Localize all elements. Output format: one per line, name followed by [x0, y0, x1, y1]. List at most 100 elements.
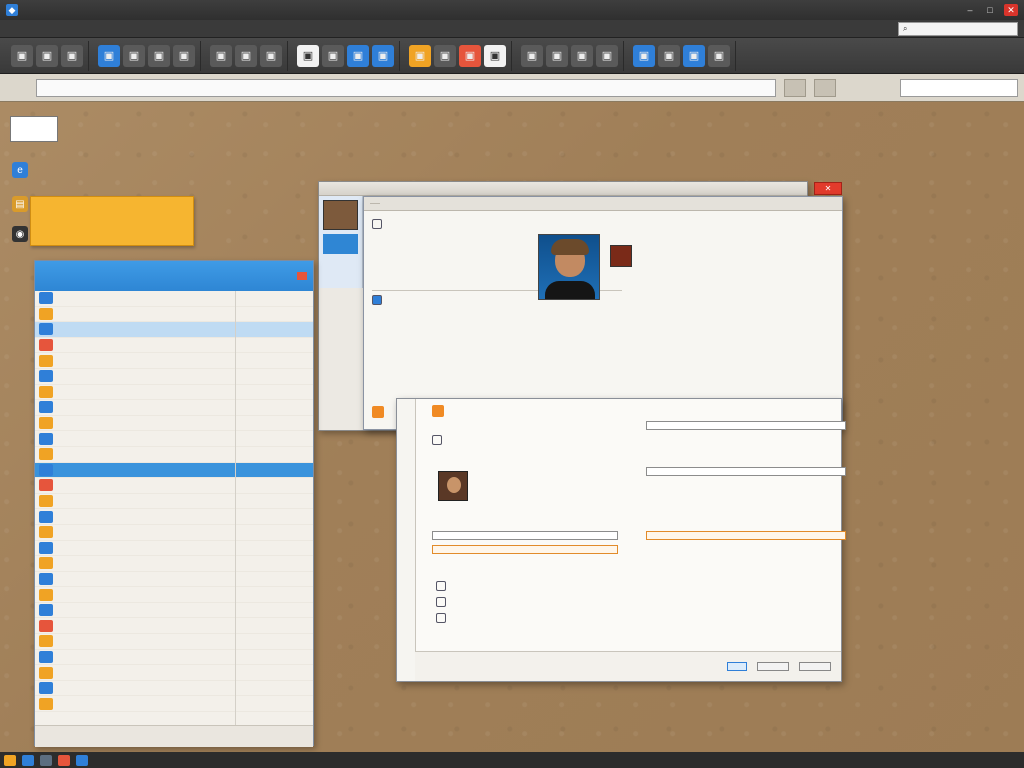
panel-footer: [415, 651, 841, 681]
list-item[interactable]: [35, 307, 313, 323]
contact-icon: [39, 479, 53, 492]
list-item[interactable]: [35, 447, 313, 463]
doc-icon[interactable]: ▣: [708, 44, 730, 67]
field-row: [610, 245, 838, 267]
list-item[interactable]: [35, 494, 313, 510]
sidebar-highlight[interactable]: [323, 234, 358, 254]
contact-icon: [39, 510, 53, 523]
contact-icon: [39, 323, 53, 336]
list-item[interactable]: [35, 478, 313, 494]
small-avatar[interactable]: [610, 245, 632, 267]
toolbar-search-input[interactable]: ⌕: [898, 21, 1018, 36]
doc-icon[interactable]: ▣: [297, 44, 319, 67]
cancel-button[interactable]: [799, 662, 831, 671]
doc-icon[interactable]: ▣: [372, 44, 394, 67]
checkbox-icon[interactable]: [436, 581, 446, 591]
taskbar-icon[interactable]: [22, 754, 34, 766]
doc-icon[interactable]: ▣: [683, 44, 705, 67]
desktop-icon[interactable]: e: [12, 162, 28, 178]
main-dialog[interactable]: [363, 196, 843, 430]
desktop-icon[interactable]: ◉: [12, 226, 28, 242]
list-item[interactable]: [35, 338, 313, 354]
doc-icon[interactable]: ▣: [459, 44, 481, 67]
taskbar-icon[interactable]: [40, 754, 52, 766]
minimize-icon[interactable]: –: [964, 4, 976, 16]
doc-icon[interactable]: ▣: [123, 44, 145, 67]
list-item[interactable]: [35, 696, 313, 713]
doc-icon[interactable]: ▣: [434, 44, 456, 67]
active-text-field[interactable]: [432, 545, 618, 554]
doc-icon[interactable]: ▣: [596, 44, 618, 67]
text-field[interactable]: [646, 421, 846, 430]
doc-icon[interactable]: ▣: [633, 44, 655, 67]
checkbox-icon[interactable]: [436, 597, 446, 607]
list-item[interactable]: [35, 556, 313, 572]
address-input[interactable]: [36, 78, 776, 97]
list-item[interactable]: [35, 587, 313, 603]
maximize-icon[interactable]: □: [984, 4, 996, 16]
checkbox-icon[interactable]: [436, 613, 446, 623]
close-button[interactable]: ✕: [814, 182, 842, 195]
address-search-input[interactable]: [900, 78, 1018, 97]
checkbox-icon[interactable]: [372, 219, 382, 229]
flag-icon[interactable]: [297, 272, 307, 280]
doc-icon[interactable]: ▣: [235, 44, 257, 67]
app-icon: ◆: [6, 4, 18, 16]
checkbox-icon[interactable]: [432, 435, 442, 445]
doc-icon[interactable]: ▣: [322, 44, 344, 67]
doc-icon[interactable]: ▣: [148, 44, 170, 67]
list-item[interactable]: [35, 509, 313, 525]
contact-list-window[interactable]: [34, 260, 314, 747]
ok-button[interactable]: [727, 662, 747, 671]
doc-icon[interactable]: ▣: [521, 44, 543, 67]
contact-photo[interactable]: [538, 234, 600, 300]
doc-icon[interactable]: ▣: [260, 44, 282, 67]
sticky-note[interactable]: [30, 196, 194, 246]
doc-icon[interactable]: ▣: [36, 44, 58, 67]
list-item[interactable]: [35, 385, 313, 401]
doc-icon[interactable]: ▣: [409, 44, 431, 67]
list-item[interactable]: [35, 572, 313, 588]
list-item[interactable]: [35, 353, 313, 369]
doc-icon[interactable]: ▣: [658, 44, 680, 67]
address-options-button[interactable]: [814, 78, 836, 97]
doc-icon[interactable]: ▣: [11, 44, 33, 67]
list-item[interactable]: [35, 291, 313, 307]
doc-icon[interactable]: ▣: [571, 44, 593, 67]
list-item[interactable]: [35, 525, 313, 541]
list-item[interactable]: [35, 400, 313, 416]
doc-icon[interactable]: ▣: [546, 44, 568, 67]
details-panel[interactable]: [396, 398, 846, 682]
taskbar-icon[interactable]: [4, 754, 16, 766]
address-go-button[interactable]: [784, 78, 806, 97]
taskbar-icon[interactable]: [58, 754, 70, 766]
list-item[interactable]: [35, 650, 313, 666]
doc-icon[interactable]: ▣: [98, 44, 120, 67]
desktop-note[interactable]: [10, 116, 58, 142]
apply-button[interactable]: [757, 662, 789, 671]
list-item[interactable]: [35, 618, 313, 635]
doc-icon[interactable]: ▣: [210, 44, 232, 67]
doc-icon[interactable]: ▣: [173, 44, 195, 67]
list-item[interactable]: [35, 431, 313, 447]
list-item[interactable]: [35, 416, 313, 432]
list-item[interactable]: [35, 369, 313, 385]
tab[interactable]: [370, 203, 380, 204]
contact-small-photo[interactable]: [438, 471, 468, 501]
list-item[interactable]: [35, 634, 313, 650]
text-field[interactable]: [646, 467, 846, 476]
list-item[interactable]: [35, 322, 313, 338]
list-item[interactable]: [35, 541, 313, 557]
list-item[interactable]: [35, 462, 313, 479]
text-field[interactable]: [432, 531, 618, 540]
active-text-field[interactable]: [646, 531, 846, 540]
doc-icon[interactable]: ▣: [484, 44, 506, 67]
list-item[interactable]: [35, 603, 313, 619]
doc-icon[interactable]: ▣: [61, 44, 83, 67]
list-item[interactable]: [35, 681, 313, 697]
list-item[interactable]: [35, 665, 313, 681]
desktop-icon[interactable]: ▤: [12, 196, 28, 212]
taskbar-icon[interactable]: [76, 754, 88, 766]
doc-icon[interactable]: ▣: [347, 44, 369, 67]
close-icon[interactable]: ✕: [1004, 4, 1018, 16]
